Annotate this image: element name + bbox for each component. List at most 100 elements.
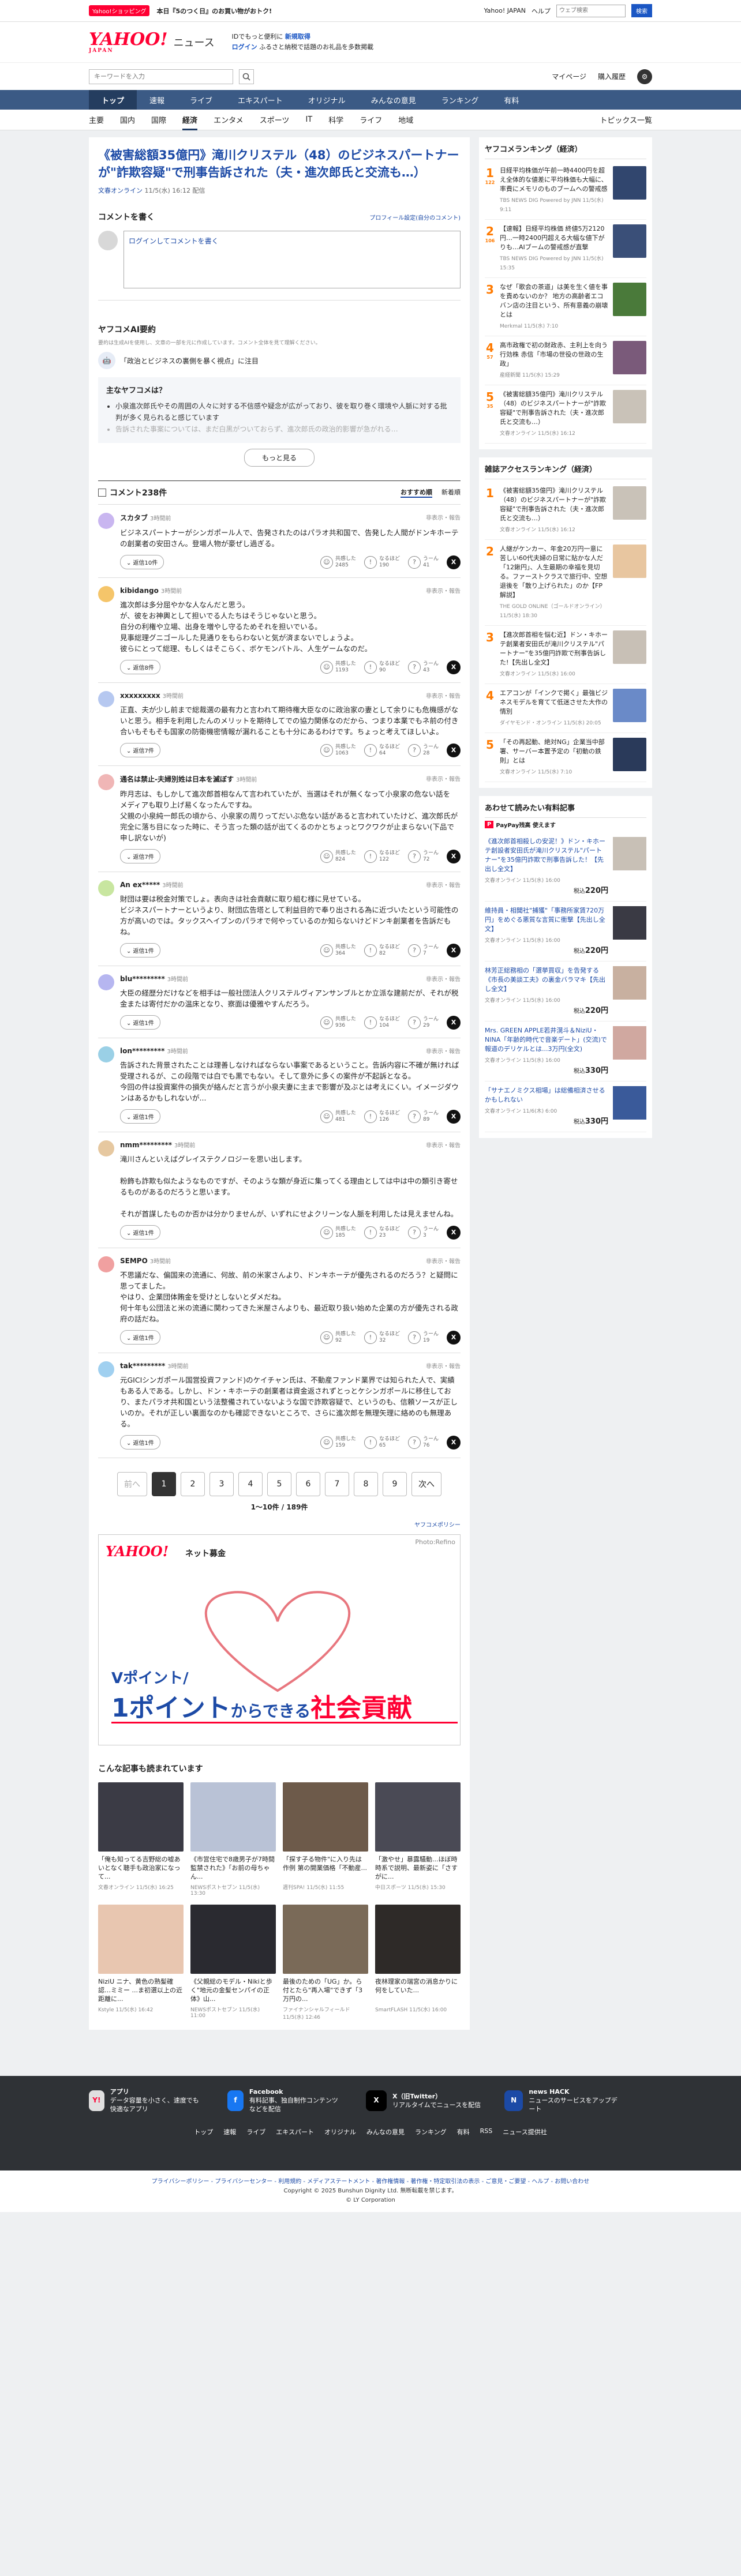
paid-article-text[interactable]: Mrs. GREEN APPLE若井滉斗＆NiziU・NINA「年齢的時代で音楽…: [485, 1026, 608, 1076]
gear-icon[interactable]: ⚙: [637, 69, 652, 84]
gnav-top[interactable]: トップ: [89, 90, 137, 110]
ranking-thumbnail[interactable]: [613, 390, 646, 423]
related-card[interactable]: 「激やせ」暴露騒動...ほぼ時時系で説明、最新姿に「さすがに... 中日スポーツ …: [375, 1782, 461, 1897]
report-link[interactable]: 非表示・報告: [426, 1140, 461, 1149]
paid-article-thumbnail[interactable]: [613, 837, 646, 870]
paid-article-text[interactable]: 《進次郎首相殺しの安泥！》ドン・キホーテ創設者安田氏が滝川クリステル"パートナー…: [485, 837, 608, 896]
web-search-button[interactable]: 検索: [631, 4, 652, 17]
footer-nav-item[interactable]: 速報: [223, 2127, 236, 2136]
related-thumbnail[interactable]: [190, 1782, 276, 1852]
reply-button[interactable]: ⌄ 返信10件: [120, 555, 164, 569]
ranking-thumbnail[interactable]: [613, 486, 646, 520]
reply-button[interactable]: ⌄ 返信7件: [120, 849, 160, 863]
show-more-button[interactable]: もっと見る: [244, 449, 315, 467]
vote-agree-button[interactable]: ☺ 共感した 185: [320, 1226, 356, 1239]
ranking-item[interactable]: 4 エアコンが「インクで掲く」最強ビジネスモデルを育てて低迷させた大作の情別 ダイヤ…: [485, 684, 646, 733]
vote-insight-button[interactable]: ! なるほど 126: [364, 1110, 400, 1123]
related-card[interactable]: NiziU ニナ、黄色の熟髪確認…ミミー ...ま初選以上の近距離に... Kst…: [98, 1905, 184, 2021]
page-7[interactable]: 7: [325, 1472, 349, 1496]
report-link[interactable]: 非表示・報告: [426, 974, 461, 983]
ranking-item[interactable]: 1 《被害総額35億円》滝川クリステル（48）のビジネスパートナーが"詐欺容疑"で…: [485, 482, 646, 540]
related-thumbnail[interactable]: [98, 1782, 184, 1852]
register-link[interactable]: 新規取得: [285, 33, 310, 40]
comment-user[interactable]: blu********* 3時間前: [120, 974, 461, 983]
comment-user[interactable]: xxxxxxxxx 3時間前: [120, 691, 461, 700]
footer-app-link[interactable]: Y! アプリ データ容量を小さく、速度でも快適なアプリ: [89, 2087, 204, 2113]
reply-button[interactable]: ⌄ 返信1件: [120, 1435, 160, 1450]
ranking-thumbnail[interactable]: [613, 341, 646, 374]
ranking-thumbnail[interactable]: [613, 224, 646, 258]
reply-button[interactable]: ⌄ 返信1件: [120, 943, 160, 957]
cat-life[interactable]: ライフ: [360, 114, 382, 125]
ranking-text[interactable]: 【速報】日経平均株価 終値5万2120円…一時2400円超える大幅な値下がりも……: [500, 224, 608, 273]
ranking-text[interactable]: 日経平均株価が午前一時4400円を超え全体的な値差に平均株価も大幅に、率費にメモ…: [500, 166, 608, 215]
article-title[interactable]: 《被害総額35億円》滝川クリステル（48）のビジネスパートナーが"詐欺容疑"で刑…: [98, 147, 461, 181]
related-title[interactable]: 「探す子る物件"に入り先は 作例 第の開業価格「不動産...: [283, 1855, 368, 1881]
reply-button[interactable]: ⌄ 返信7件: [120, 743, 160, 757]
avatar[interactable]: [98, 1140, 114, 1156]
ranking-item[interactable]: 3 なぜ「歌会の茶道」は美を生く値を事を責めないのか？ 地方の高齢者エコバン店の注…: [485, 278, 646, 336]
ranking-text[interactable]: 《被害総額35億円》滝川クリステル（48）のビジネスパートナーが"詐欺容疑"で刑…: [500, 486, 608, 535]
ranking-thumbnail[interactable]: [613, 545, 646, 578]
gnav-opinion[interactable]: みんなの意見: [358, 90, 429, 110]
avatar[interactable]: [98, 513, 114, 529]
x-share-icon[interactable]: X: [447, 1435, 461, 1450]
related-card[interactable]: 「俺も知ってる吉野総の嘘あいとなく聴手も政治家になって... 文春オンライン 11…: [98, 1782, 184, 1897]
footer-nav-item[interactable]: ライブ: [246, 2127, 265, 2136]
vote-agree-button[interactable]: ☺ 共感した 159: [320, 1436, 356, 1449]
cat-world[interactable]: 国際: [151, 114, 166, 125]
comment-user[interactable]: SEMPO 3時間前: [120, 1256, 461, 1265]
related-title[interactable]: 「俺も知ってる吉野総の嘘あいとなく聴手も政治家になって...: [98, 1855, 184, 1881]
news-section-label[interactable]: ニュース: [174, 35, 215, 50]
related-thumbnail[interactable]: [98, 1905, 184, 1974]
vote-hmm-button[interactable]: ? うーん 72: [407, 850, 439, 863]
vote-insight-button[interactable]: ! なるほど 82: [364, 944, 400, 957]
related-title[interactable]: 夜林理家の瑞宮の消息かりに何をしていた...: [375, 1977, 461, 2003]
related-card[interactable]: 「探す子る物件"に入り先は 作例 第の開業価格「不動産... 週刊SPA! 11/…: [283, 1782, 368, 1897]
reply-button[interactable]: ⌄ 返信1件: [120, 1330, 160, 1345]
vote-agree-button[interactable]: ☺ 共感した 2485: [320, 555, 356, 569]
mypage-link[interactable]: マイページ: [552, 72, 586, 81]
ranking-item[interactable]: 1 122 日経平均株価が午前一時4400円を超え全体的な値差に平均株価も大幅に、率…: [485, 162, 646, 220]
vote-hmm-button[interactable]: ? うーん 43: [407, 660, 439, 674]
vote-insight-button[interactable]: ! なるほど 122: [364, 850, 400, 863]
related-title[interactable]: 《市営住宅で8歳男子が7時間監禁された》「お前の母ちゃん...: [190, 1855, 276, 1881]
related-card[interactable]: 夜林理家の瑞宮の消息かりに何をしていた... SmartFLASH 11/5(水)…: [375, 1905, 461, 2021]
related-title[interactable]: NiziU ニナ、黄色の熟髪確認…ミミー ...ま初選以上の近距離に...: [98, 1977, 184, 2003]
gnav-paid[interactable]: 有料: [491, 90, 532, 110]
avatar[interactable]: [98, 974, 114, 990]
footer-nav-item[interactable]: トップ: [194, 2127, 213, 2136]
paid-article-thumbnail[interactable]: [613, 906, 646, 940]
vote-insight-button[interactable]: ! なるほど 90: [364, 660, 400, 674]
vote-insight-button[interactable]: ! なるほど 23: [364, 1226, 400, 1239]
sort-recommended[interactable]: おすすめ順: [401, 487, 432, 498]
vote-hmm-button[interactable]: ? うーん 76: [407, 1436, 439, 1449]
related-thumbnail[interactable]: [190, 1905, 276, 1974]
sort-newest[interactable]: 新着順: [441, 487, 461, 498]
comment-user[interactable]: nmm********* 3時間前: [120, 1140, 461, 1149]
report-link[interactable]: 非表示・報告: [426, 586, 461, 595]
history-link[interactable]: 購入履歴: [598, 72, 626, 81]
ranking-text[interactable]: エアコンが「インクで掲く」最強ビジネスモデルを育てて低迷させた大作の情別 ダイヤモ…: [500, 689, 608, 728]
vote-hmm-button[interactable]: ? うーん 89: [407, 1110, 439, 1123]
vote-hmm-button[interactable]: ? うーん 7: [407, 944, 439, 957]
x-share-icon[interactable]: X: [447, 660, 461, 674]
comment-user[interactable]: An ex***** 3時間前: [120, 880, 461, 889]
comment-user[interactable]: スカタブ 3時間前: [120, 513, 461, 523]
paid-article-thumbnail[interactable]: [613, 1086, 646, 1120]
vote-hmm-button[interactable]: ? うーん 19: [407, 1331, 439, 1344]
paid-article-thumbnail[interactable]: [613, 1026, 646, 1060]
related-thumbnail[interactable]: [283, 1905, 368, 1974]
related-thumbnail[interactable]: [375, 1905, 461, 1974]
ranking-text[interactable]: 《被害総額35億円》滝川クリステル（48）のビジネスパートナーが"詐欺容疑"で刑…: [500, 390, 608, 438]
page-3[interactable]: 3: [209, 1472, 234, 1496]
ranking-item[interactable]: 3 【進次郎首相を悩む近】ドン・キホーテ創業者安田氏が滝川クリステル"パートナー"…: [485, 626, 646, 684]
donation-banner[interactable]: YAHOO! ネット募金 Photo:Refino Vポイント/ 1ポイントから…: [98, 1534, 461, 1745]
comment-policy-link[interactable]: ヤフコメポリシー: [98, 1520, 461, 1529]
paid-article-text[interactable]: 林芳正総務相の「選挙買収」を告発する《市長の美談工夫》の裏金バラマキ【先出し全文…: [485, 966, 608, 1016]
comment-user[interactable]: 通名は禁止-夫婦別姓は日本を滅ぼす 3時間前: [120, 774, 461, 784]
footer-links[interactable]: プライバシーポリシー - プライバシーセンター - 利用規約 - メディアステー…: [0, 2177, 741, 2187]
comment-textarea[interactable]: [124, 231, 461, 288]
cat-it[interactable]: IT: [305, 115, 312, 124]
vote-insight-button[interactable]: ! なるほど 64: [364, 743, 400, 757]
